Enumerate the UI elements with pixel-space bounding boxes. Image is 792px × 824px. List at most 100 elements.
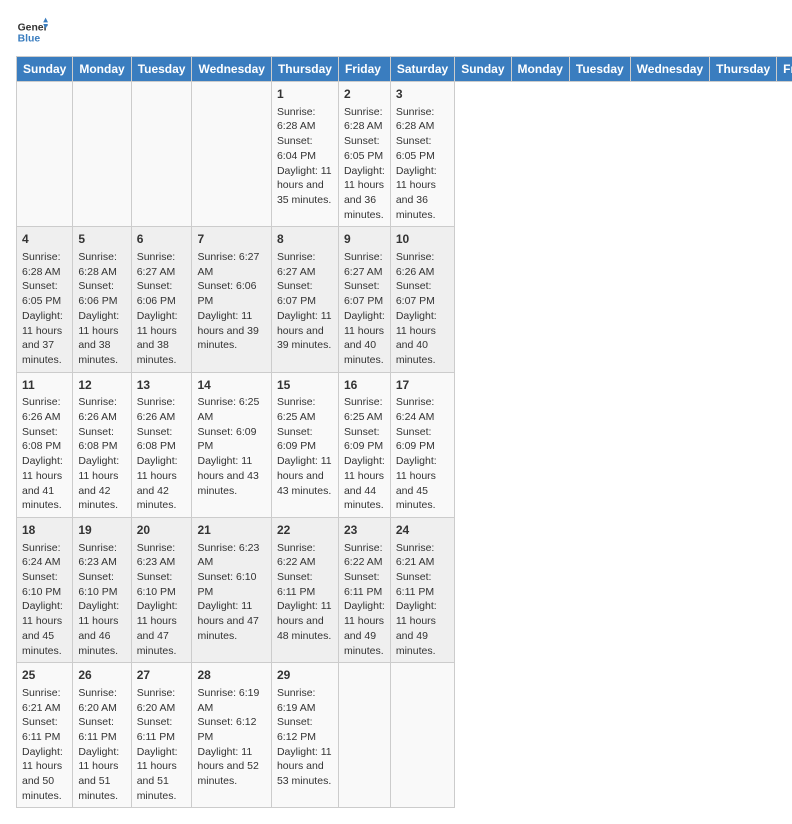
sunset-text: Sunset: 6:08 PM: [22, 425, 67, 454]
day-number: 23: [344, 522, 385, 539]
daylight-text: Daylight: 11 hours and 38 minutes.: [78, 309, 125, 368]
sunrise-text: Sunrise: 6:27 AM: [197, 250, 265, 279]
calendar-week-row: 11Sunrise: 6:26 AMSunset: 6:08 PMDayligh…: [17, 372, 792, 517]
day-number: 14: [197, 377, 265, 394]
sunset-text: Sunset: 6:06 PM: [197, 279, 265, 308]
sunrise-text: Sunrise: 6:28 AM: [396, 105, 449, 134]
day-number: 22: [277, 522, 333, 539]
calendar-cell: 15Sunrise: 6:25 AMSunset: 6:09 PMDayligh…: [271, 372, 338, 517]
daylight-text: Daylight: 11 hours and 47 minutes.: [197, 599, 265, 643]
day-header-monday: Monday: [73, 57, 131, 82]
calendar-cell: 13Sunrise: 6:26 AMSunset: 6:08 PMDayligh…: [131, 372, 192, 517]
daylight-text: Daylight: 11 hours and 42 minutes.: [137, 454, 187, 513]
daylight-text: Daylight: 11 hours and 51 minutes.: [137, 745, 187, 804]
calendar-cell: [131, 82, 192, 227]
calendar-cell: 3Sunrise: 6:28 AMSunset: 6:05 PMDaylight…: [390, 82, 454, 227]
calendar-cell: 8Sunrise: 6:27 AMSunset: 6:07 PMDaylight…: [271, 227, 338, 372]
day-number: 19: [78, 522, 125, 539]
sunrise-text: Sunrise: 6:27 AM: [344, 250, 385, 279]
sunrise-text: Sunrise: 6:27 AM: [137, 250, 187, 279]
day-header-thursday: Thursday: [710, 57, 777, 82]
sunrise-text: Sunrise: 6:28 AM: [78, 250, 125, 279]
day-number: 15: [277, 377, 333, 394]
day-header-wednesday: Wednesday: [192, 57, 271, 82]
daylight-text: Daylight: 11 hours and 50 minutes.: [22, 745, 67, 804]
sunrise-text: Sunrise: 6:24 AM: [22, 541, 67, 570]
day-header-saturday: Saturday: [390, 57, 454, 82]
calendar-cell: 4Sunrise: 6:28 AMSunset: 6:05 PMDaylight…: [17, 227, 73, 372]
calendar-cell: 26Sunrise: 6:20 AMSunset: 6:11 PMDayligh…: [73, 663, 131, 808]
sunrise-text: Sunrise: 6:23 AM: [197, 541, 265, 570]
calendar-cell: 12Sunrise: 6:26 AMSunset: 6:08 PMDayligh…: [73, 372, 131, 517]
daylight-text: Daylight: 11 hours and 46 minutes.: [78, 599, 125, 658]
day-number: 26: [78, 667, 125, 684]
calendar-table: SundayMondayTuesdayWednesdayThursdayFrid…: [16, 56, 792, 808]
daylight-text: Daylight: 11 hours and 36 minutes.: [396, 164, 449, 223]
calendar-cell: 21 Sunrise: 6:23 AMSunset: 6:10 PMDayligh…: [192, 517, 271, 662]
day-number: 10: [396, 231, 449, 248]
sunrise-text: Sunrise: 6:28 AM: [22, 250, 67, 279]
calendar-cell: 18Sunrise: 6:24 AMSunset: 6:10 PMDayligh…: [17, 517, 73, 662]
daylight-text: Daylight: 11 hours and 51 minutes.: [78, 745, 125, 804]
calendar-week-row: 1Sunrise: 6:28 AMSunset: 6:04 PMDaylight…: [17, 82, 792, 227]
day-number: 3: [396, 86, 449, 103]
calendar-cell: 27Sunrise: 6:20 AMSunset: 6:11 PMDayligh…: [131, 663, 192, 808]
day-number: 6: [137, 231, 187, 248]
day-number: 7: [197, 231, 265, 248]
sunrise-text: Sunrise: 6:26 AM: [78, 395, 125, 424]
sunrise-text: Sunrise: 6:23 AM: [78, 541, 125, 570]
calendar-cell: [390, 663, 454, 808]
day-number: 21: [197, 522, 265, 539]
day-number: 25: [22, 667, 67, 684]
day-number: 9: [344, 231, 385, 248]
day-header-sunday: Sunday: [455, 57, 511, 82]
daylight-text: Daylight: 11 hours and 47 minutes.: [137, 599, 187, 658]
sunrise-text: Sunrise: 6:19 AM: [197, 686, 265, 715]
day-header-sunday: Sunday: [17, 57, 73, 82]
daylight-text: Daylight: 11 hours and 49 minutes.: [396, 599, 449, 658]
calendar-cell: 11Sunrise: 6:26 AMSunset: 6:08 PMDayligh…: [17, 372, 73, 517]
sunset-text: Sunset: 6:10 PM: [197, 570, 265, 599]
sunrise-text: Sunrise: 6:28 AM: [277, 105, 333, 134]
calendar-cell: 7 Sunrise: 6:27 AMSunset: 6:06 PMDaylight…: [192, 227, 271, 372]
daylight-text: Daylight: 11 hours and 43 minutes.: [197, 454, 265, 498]
calendar-week-row: 4Sunrise: 6:28 AMSunset: 6:05 PMDaylight…: [17, 227, 792, 372]
daylight-text: Daylight: 11 hours and 40 minutes.: [396, 309, 449, 368]
daylight-text: Daylight: 11 hours and 38 minutes.: [137, 309, 187, 368]
sunrise-text: Sunrise: 6:28 AM: [344, 105, 385, 134]
sunrise-text: Sunrise: 6:26 AM: [396, 250, 449, 279]
sunrise-text: Sunrise: 6:20 AM: [137, 686, 187, 715]
day-header-tuesday: Tuesday: [131, 57, 192, 82]
sunrise-text: Sunrise: 6:27 AM: [277, 250, 333, 279]
calendar-cell: 19Sunrise: 6:23 AMSunset: 6:10 PMDayligh…: [73, 517, 131, 662]
calendar-cell: 25Sunrise: 6:21 AMSunset: 6:11 PMDayligh…: [17, 663, 73, 808]
calendar-cell: [338, 663, 390, 808]
daylight-text: Daylight: 11 hours and 39 minutes.: [197, 309, 265, 353]
daylight-text: Daylight: 11 hours and 45 minutes.: [22, 599, 67, 658]
daylight-text: Daylight: 11 hours and 45 minutes.: [396, 454, 449, 513]
day-header-wednesday: Wednesday: [630, 57, 709, 82]
sunset-text: Sunset: 6:08 PM: [78, 425, 125, 454]
day-number: 5: [78, 231, 125, 248]
daylight-text: Daylight: 11 hours and 36 minutes.: [344, 164, 385, 223]
calendar-cell: 24Sunrise: 6:21 AMSunset: 6:11 PMDayligh…: [390, 517, 454, 662]
sunrise-text: Sunrise: 6:26 AM: [22, 395, 67, 424]
calendar-cell: [73, 82, 131, 227]
calendar-week-row: 25Sunrise: 6:21 AMSunset: 6:11 PMDayligh…: [17, 663, 792, 808]
day-number: 18: [22, 522, 67, 539]
sunset-text: Sunset: 6:09 PM: [344, 425, 385, 454]
calendar-cell: 5 Sunrise: 6:28 AMSunset: 6:06 PMDaylight…: [73, 227, 131, 372]
sunrise-text: Sunrise: 6:19 AM: [277, 686, 333, 715]
sunset-text: Sunset: 6:11 PM: [22, 715, 67, 744]
sunrise-text: Sunrise: 6:23 AM: [137, 541, 187, 570]
calendar-cell: [17, 82, 73, 227]
daylight-text: Daylight: 11 hours and 42 minutes.: [78, 454, 125, 513]
sunset-text: Sunset: 6:12 PM: [197, 715, 265, 744]
sunset-text: Sunset: 6:06 PM: [78, 279, 125, 308]
day-header-tuesday: Tuesday: [569, 57, 630, 82]
sunset-text: Sunset: 6:11 PM: [396, 570, 449, 599]
sunset-text: Sunset: 6:11 PM: [277, 570, 333, 599]
sunset-text: Sunset: 6:07 PM: [396, 279, 449, 308]
calendar-cell: 17Sunrise: 6:24 AMSunset: 6:09 PMDayligh…: [390, 372, 454, 517]
sunrise-text: Sunrise: 6:24 AM: [396, 395, 449, 424]
